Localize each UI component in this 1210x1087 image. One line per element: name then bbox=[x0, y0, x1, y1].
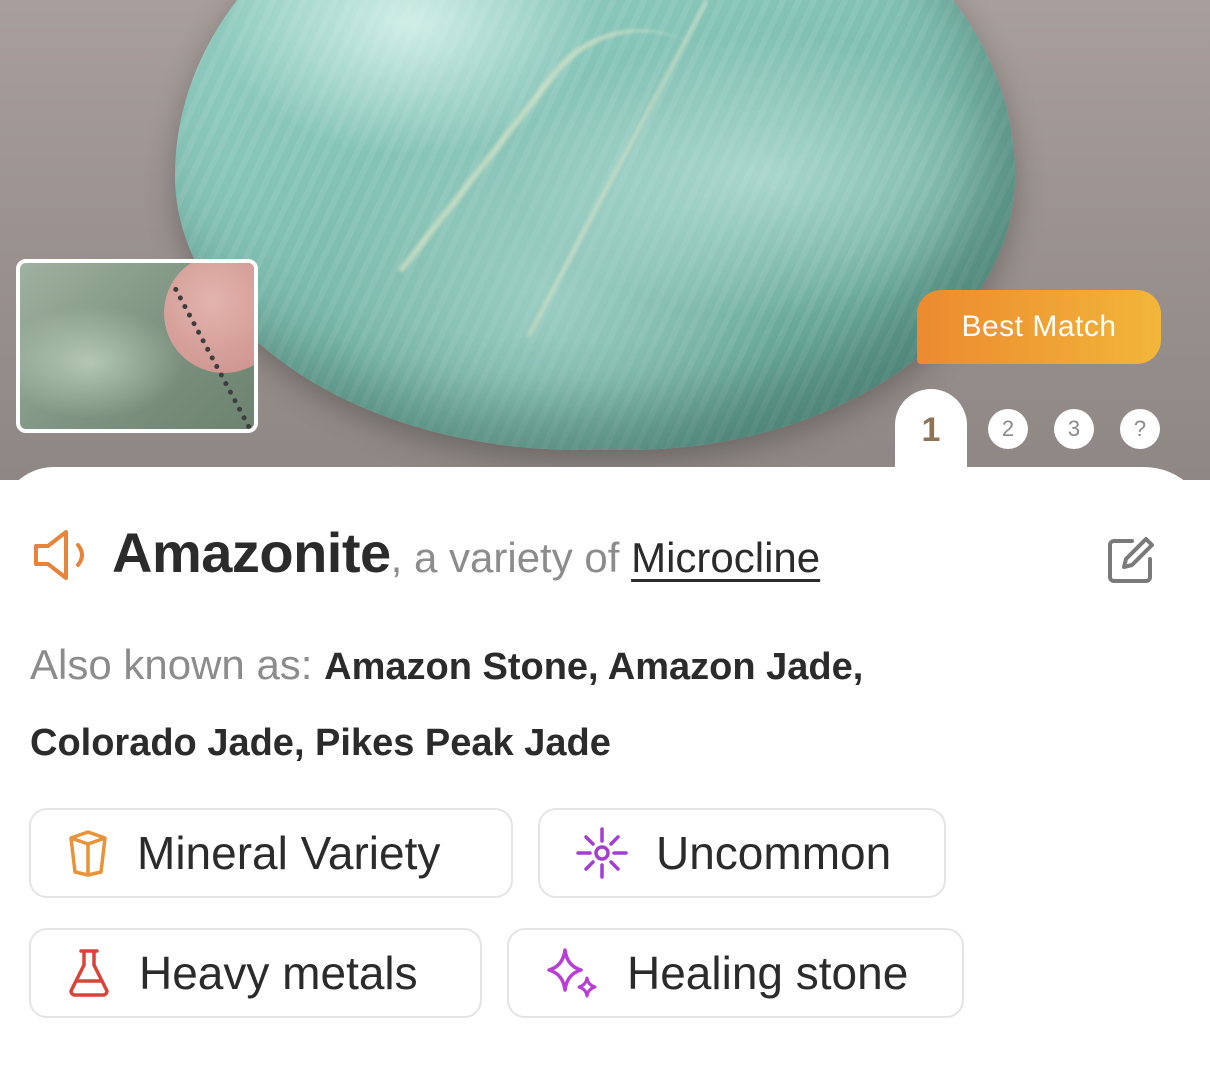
tag-label: Mineral Variety bbox=[137, 827, 441, 879]
result-page-1-tab[interactable]: 1 bbox=[895, 389, 967, 479]
result-page-2-button[interactable]: 2 bbox=[988, 409, 1028, 449]
tag-mineral-variety[interactable]: Mineral Variety bbox=[29, 808, 513, 898]
sparkles-icon bbox=[547, 948, 597, 998]
tag-label: Heavy metals bbox=[139, 947, 418, 999]
tag-healing-stone[interactable]: Healing stone bbox=[507, 928, 964, 1018]
title-row: Amazonite , a variety of Microcline bbox=[30, 520, 820, 590]
edit-icon[interactable] bbox=[1102, 533, 1158, 589]
result-page-3-button[interactable]: 3 bbox=[1054, 409, 1094, 449]
parent-mineral-link[interactable]: Microcline bbox=[631, 534, 820, 582]
help-button[interactable]: ? bbox=[1120, 409, 1160, 449]
tag-heavy-metals[interactable]: Heavy metals bbox=[29, 928, 482, 1018]
tag-label: Healing stone bbox=[627, 947, 909, 999]
mineral-name: Amazonite bbox=[112, 521, 391, 584]
best-match-badge: Best Match bbox=[917, 290, 1161, 364]
gem-cube-icon bbox=[69, 830, 107, 877]
sparkle-burst-icon bbox=[576, 827, 628, 879]
tag-label: Uncommon bbox=[656, 827, 892, 879]
also-known-as: Also known as: Amazon Stone, Amazon Jade… bbox=[30, 628, 1030, 780]
tag-uncommon[interactable]: Uncommon bbox=[538, 808, 946, 898]
user-photo-thumbnail[interactable] bbox=[16, 259, 258, 433]
variety-prefix: , a variety of bbox=[390, 534, 632, 581]
flask-icon bbox=[69, 949, 109, 997]
speaker-icon[interactable] bbox=[30, 525, 96, 585]
also-known-as-label: Also known as: bbox=[30, 641, 325, 688]
result-page-1-label: 1 bbox=[921, 411, 941, 449]
